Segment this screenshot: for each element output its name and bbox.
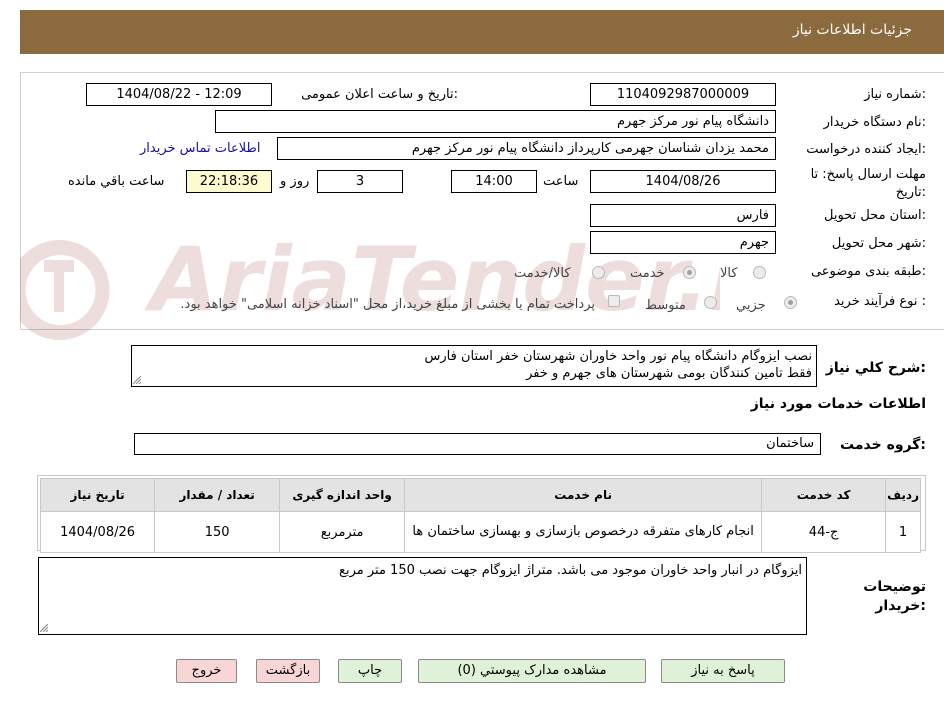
- category-option-service: خدمت: [630, 266, 665, 281]
- cell-service-code: ج-44: [761, 511, 887, 553]
- print-button[interactable]: چاپ: [338, 659, 402, 683]
- exit-button[interactable]: خروج: [176, 659, 237, 683]
- page-title: جزئیات اطلاعات نیاز: [792, 22, 912, 38]
- col-header-need-date: تاریخ نیاز: [39, 478, 156, 512]
- deadline-label: مهلت ارسال پاسخ: تا تاریخ:: [810, 167, 926, 200]
- treasury-payment-checkbox[interactable]: [608, 295, 620, 307]
- announce-label: تاریخ و ساعت اعلان عمومی:: [301, 87, 458, 102]
- buyer-org-field: دانشگاه پیام نور مرکز جهرم: [215, 110, 776, 133]
- description-line-2: فقط تامین کنندگان بومی شهرستان های جهرم …: [526, 366, 812, 381]
- process-option-minor: جزیي: [736, 298, 766, 313]
- buyer-contact-link[interactable]: اطلاعات تماس خریدار: [140, 141, 260, 156]
- category-option-goods-service: کالا/خدمت: [514, 266, 571, 281]
- table-row: 1 ج-44 انجام کارهای متفرقه درخصوص بازساز…: [39, 511, 921, 553]
- requester-field: محمد یزدان شناسان جهرمی کارپرداز دانشگاه…: [277, 137, 776, 160]
- process-radio-medium[interactable]: [704, 296, 717, 309]
- cell-service-name: انجام کارهای متفرقه درخصوص بازسازی و بهس…: [404, 511, 763, 553]
- description-textarea[interactable]: نصب ایزوگام دانشگاه پیام نور واحد خاوران…: [131, 345, 817, 387]
- service-group-label: گروه خدمت:: [840, 437, 926, 453]
- col-header-unit: واحد اندازه گیری: [279, 478, 406, 512]
- province-field: فارس: [590, 204, 776, 227]
- deadline-date-field: 1404/08/26: [590, 170, 776, 193]
- city-label: شهر محل تحویل:: [831, 236, 926, 251]
- remaining-time-field: 22:18:36: [186, 170, 272, 193]
- description-line-1: نصب ایزوگام دانشگاه پیام نور واحد خاوران…: [424, 349, 812, 364]
- cell-row-number: 1: [885, 511, 921, 553]
- col-header-quantity: تعداد / مقدار: [154, 478, 281, 512]
- page-header: جزئیات اطلاعات نیاز: [20, 10, 944, 54]
- treasury-payment-note: پرداخت تمام یا بخشی از مبلغ خرید،از محل …: [180, 297, 595, 312]
- resize-grip-icon[interactable]: [133, 376, 141, 384]
- services-table: رديف کد خدمت نام خدمت واحد اندازه گیری ت…: [39, 478, 921, 553]
- days-field: 3: [317, 170, 403, 193]
- category-radio-service[interactable]: [683, 266, 696, 279]
- table-header-row: رديف کد خدمت نام خدمت واحد اندازه گیری ت…: [39, 478, 921, 512]
- category-radio-goods[interactable]: [753, 266, 766, 279]
- resize-grip-icon[interactable]: [40, 624, 48, 632]
- back-button[interactable]: بازگشت: [256, 659, 320, 683]
- buyer-notes-textarea[interactable]: ایزوگام در انبار واحد خاوران موجود می با…: [38, 557, 807, 635]
- city-field: جهرم: [590, 231, 776, 254]
- process-option-medium: متوسط: [645, 298, 686, 313]
- cell-unit: مترمربع: [279, 511, 406, 553]
- category-label: طبقه بندی موضوعی:: [810, 264, 926, 279]
- service-group-field: ساختمان: [134, 433, 821, 455]
- col-header-row-number: رديف: [885, 478, 921, 512]
- process-label: نوع فرآیند خرید :: [834, 294, 926, 309]
- buyer-notes-label: توضیحات خریدار:: [863, 579, 926, 614]
- category-option-goods: کالا: [720, 266, 738, 281]
- process-radio-minor[interactable]: [784, 296, 797, 309]
- announce-field: 1404/08/22 - 12:09: [86, 83, 272, 106]
- province-label: استان محل تحویل:: [824, 208, 926, 223]
- need-number-label: شماره نیاز:: [864, 87, 926, 102]
- deadline-time-field: 14:00: [451, 170, 537, 193]
- reply-to-need-button[interactable]: پاسخ به نیاز: [661, 659, 785, 683]
- col-header-service-name: نام خدمت: [404, 478, 763, 512]
- cell-need-date: 1404/08/26: [39, 511, 156, 553]
- cell-quantity: 150: [154, 511, 281, 553]
- requester-label: ایجاد کننده درخواست:: [806, 142, 926, 157]
- deadline-hour-label: ساعت: [543, 174, 579, 189]
- days-label: روز و: [280, 174, 310, 189]
- buyer-org-label: نام دستگاه خریدار:: [823, 115, 926, 130]
- category-radio-goods-service[interactable]: [592, 266, 605, 279]
- remaining-label: ساعت باقي مانده: [68, 174, 165, 189]
- services-section-title: اطلاعات خدمات مورد نیاز: [750, 396, 926, 412]
- view-attachments-button[interactable]: مشاهده مدارک پیوستي (0): [418, 659, 646, 683]
- col-header-service-code: کد خدمت: [761, 478, 887, 512]
- description-label: شرح كلي نياز:: [825, 360, 926, 376]
- need-number-field: 1104092987000009: [590, 83, 776, 106]
